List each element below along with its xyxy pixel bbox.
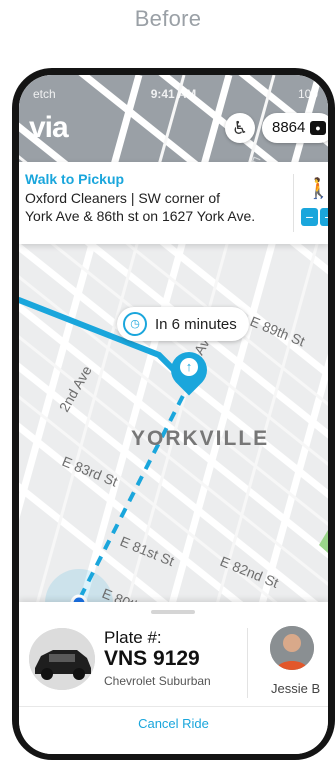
wheelchair-icon[interactable]: ♿ <box>225 113 255 143</box>
via-logo: via <box>29 111 69 144</box>
plus-button[interactable]: + <box>320 208 328 226</box>
divider <box>19 706 328 707</box>
neighborhood-label: YORKVILLE <box>131 427 269 450</box>
coin-icon: ● <box>310 121 326 135</box>
walk-stepper: −+ <box>301 208 328 226</box>
pickup-address: Oxford Cleaners | SW corner of York Ave … <box>25 189 287 225</box>
divider <box>293 174 294 232</box>
balance-value: 8864 <box>272 119 306 136</box>
map[interactable]: E 89th St E 83rd St E 81st St E 82nd St … <box>19 75 328 615</box>
driver-name: Jessie B <box>271 681 321 696</box>
sheet-handle[interactable] <box>151 610 195 614</box>
arrow-up-icon: ↑ <box>180 358 198 376</box>
clock-icon: ◷ <box>123 312 147 336</box>
walk-to-pickup-card: Walk to Pickup Oxford Cleaners | SW corn… <box>19 162 328 244</box>
caption-before: Before <box>134 6 202 31</box>
cancel-ride-button[interactable]: Cancel Ride <box>19 716 328 731</box>
walk-title: Walk to Pickup <box>25 171 125 187</box>
car-model: Chevrolet Suburban <box>104 674 211 688</box>
eta-bubble: ◷ In 6 minutes <box>117 307 249 341</box>
phone-frame: E 89th St E 83rd St E 81st St E 82nd St … <box>12 68 335 760</box>
minus-button[interactable]: − <box>301 208 318 226</box>
status-time: 9:41 AM <box>150 87 197 101</box>
ride-details-sheet: Plate #: VNS 9129 Chevrolet Suburban Jes… <box>19 602 328 754</box>
car-image <box>29 628 95 690</box>
pickup-address-line1: Oxford Cleaners | SW corner of <box>25 190 221 206</box>
pickup-address-line2: York Ave & 86th st on 1627 York Ave. <box>25 208 256 224</box>
plate-number: VNS 9129 <box>104 647 200 670</box>
walking-person-icon: 🚶 <box>306 178 328 200</box>
driver-avatar[interactable] <box>270 626 314 670</box>
balance-badge[interactable]: 8864 ● <box>262 113 328 143</box>
plate-label: Plate #: <box>104 628 162 647</box>
eta-label: In 6 minutes <box>155 316 237 333</box>
divider <box>247 628 248 698</box>
phone-screen: E 89th St E 83rd St E 81st St E 82nd St … <box>19 75 328 754</box>
status-bar: etch 9:41 AM 100 <box>19 87 328 103</box>
battery-label: 100 <box>297 87 318 101</box>
